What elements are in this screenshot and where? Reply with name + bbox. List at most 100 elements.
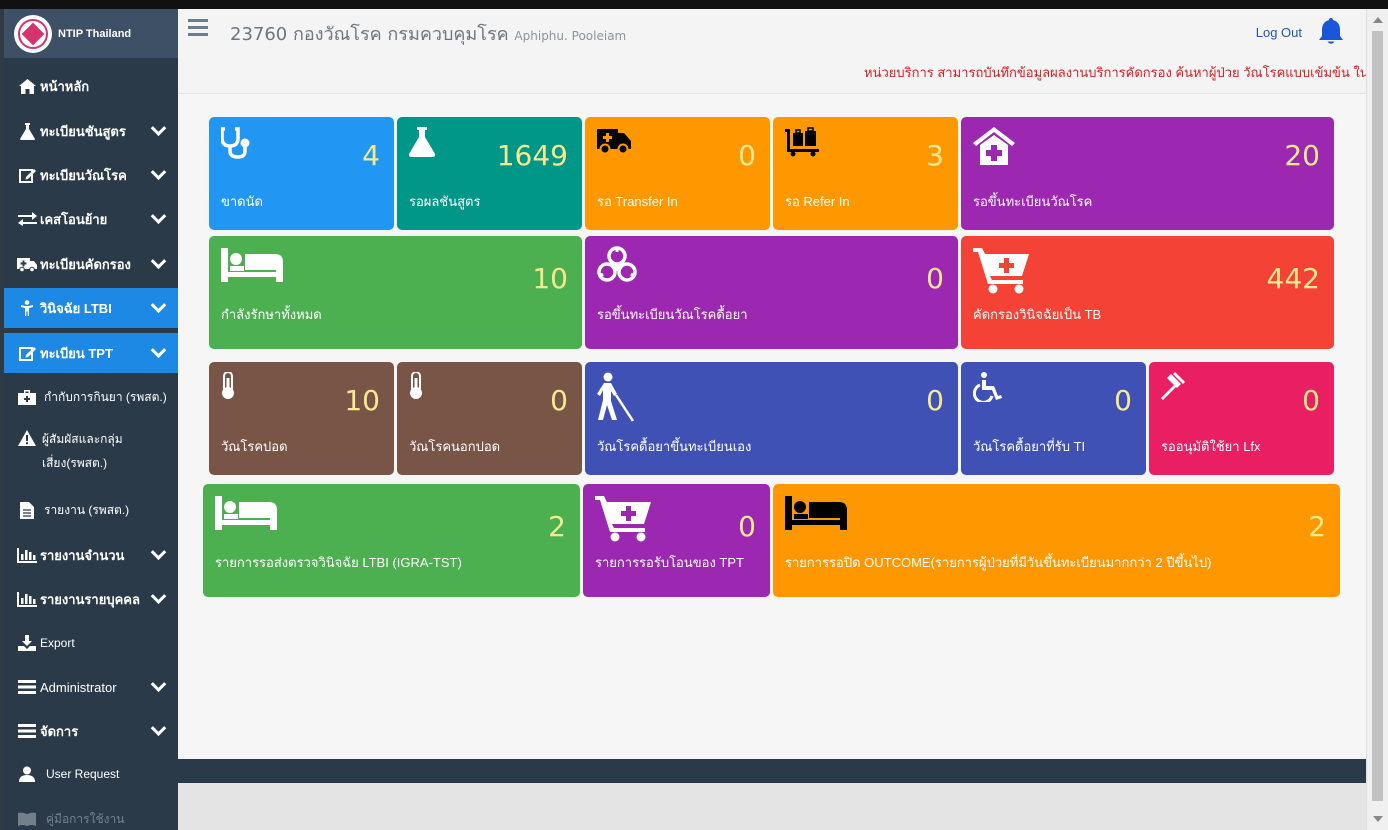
biohazard-icon <box>597 246 637 288</box>
top-header: 23760 กองวัณโรค กรมควบคุมโรค Aphiphu. Po… <box>178 9 1366 93</box>
tile-value: 3 <box>926 139 944 172</box>
tile-label: รออนุมัติใช้ยา Lfx <box>1161 439 1261 454</box>
tile-waiting-tb-register[interactable]: 20 รอขึ้นทะเบียนวัณโรค <box>961 117 1334 230</box>
chevron-down-icon <box>150 342 167 359</box>
bed-icon <box>215 494 277 534</box>
tile-value: 0 <box>1302 384 1320 417</box>
logout-link[interactable]: Log Out <box>1256 25 1302 40</box>
tile-value: 2 <box>548 510 566 543</box>
chevron-down-icon <box>150 588 167 605</box>
clinic-icon <box>973 127 1015 169</box>
sidebar-item-export[interactable]: Export <box>4 623 178 663</box>
sidebar-item-label: คู่มือการใช้งาน <box>46 811 125 826</box>
tile-extrapulmonary-tb[interactable]: 0 วัณโรคนอกปอด <box>397 362 582 475</box>
vertical-scrollbar[interactable] <box>1366 9 1388 830</box>
tile-tpt-transfer-pending[interactable]: 0 รายการรอรับโอนของ TPT <box>583 484 770 597</box>
sidebar-item-tpt-register[interactable]: ทะเบียน TPT <box>4 333 178 373</box>
thermometer-icon <box>409 371 423 404</box>
tile-screened-tb[interactable]: 442 คัดกรองวินิจฉัยเป็น TB <box>961 236 1334 349</box>
tile-label: รอขึ้นทะเบียนวัณโรคดื้อยา <box>597 307 748 322</box>
tile-refer-in[interactable]: 3 รอ Refer In <box>773 117 958 230</box>
tile-label: วัณโรคนอกปอด <box>409 439 501 454</box>
tile-waiting-lab[interactable]: 1649 รอผลชันสูตร <box>397 117 582 230</box>
bell-icon[interactable] <box>1318 17 1344 45</box>
brand-name: NTIP Thailand <box>58 27 132 40</box>
sidebar-item-manage[interactable]: จัดการ <box>4 709 178 753</box>
sidebar: NTIP Thailand หน้าหลัก ทะเบียนชันสูตร ทะ… <box>4 9 178 830</box>
tile-label: รายการรอรับโอนของ TPT <box>595 555 744 570</box>
sidebar-item-report-individual[interactable]: รายงานรายบุคคล <box>4 577 178 621</box>
tile-label: รอขึ้นทะเบียนวัณโรค <box>973 194 1093 209</box>
tile-waiting-mdr-register[interactable]: 0 รอขึ้นทะเบียนวัณโรคดื้อยา <box>585 236 958 349</box>
file-icon <box>16 501 38 519</box>
sidebar-item-tb-register[interactable]: ทะเบียนวัณโรค <box>4 153 178 197</box>
brand[interactable]: NTIP Thailand <box>4 9 178 58</box>
brand-logo <box>14 14 52 53</box>
bar-chart-icon <box>16 591 38 607</box>
sidebar-item-label: Administrator <box>40 679 117 695</box>
sidebar-item-transfer-cases[interactable]: เคสโอนย้าย <box>4 197 178 241</box>
sidebar-item-screening-register[interactable]: ทะเบียนคัดกรอง <box>4 241 178 287</box>
chevron-down-icon <box>150 120 167 137</box>
sidebar-item-report-count[interactable]: รายงานจำนวน <box>4 533 178 577</box>
tile-value: 0 <box>926 262 944 295</box>
edit-icon <box>16 167 38 183</box>
scroll-up-icon[interactable] <box>1373 17 1383 23</box>
tile-value: 0 <box>738 139 756 172</box>
sidebar-item-administrator[interactable]: Administrator <box>4 665 178 709</box>
chevron-down-icon <box>150 164 167 181</box>
scroll-down-icon[interactable] <box>1373 816 1383 822</box>
sidebar-item-label: รายงาน (รพสต.) <box>44 502 130 517</box>
sidebar-item-label: ทะเบียน TPT <box>40 345 113 361</box>
tile-missed-appointment[interactable]: 4 ขาดนัด <box>209 117 394 230</box>
page-title: 23760 กองวัณโรค กรมควบคุมโรค Aphiphu. Po… <box>230 19 626 48</box>
sidebar-item-manual[interactable]: คู่มือการใช้งาน <box>4 801 178 830</box>
user-icon <box>16 766 38 782</box>
download-icon <box>16 635 38 651</box>
footer-bar <box>178 759 1366 783</box>
tile-ltbi-pending[interactable]: 2 รายการรอส่งตรวจวินิจฉัย LTBI (IGRA-TST… <box>203 484 580 597</box>
sidebar-item-contacts[interactable]: ผู้สัมผัสและกลุ่มเสี่ยง(รพสต.) <box>4 427 178 479</box>
tile-label: รายการรอส่งตรวจวินิจฉัย LTBI (IGRA-TST) <box>215 555 462 570</box>
scrollbar-thumb[interactable] <box>1372 31 1383 801</box>
notice-marquee: หน่วยบริการ สามารถบันทึกข้อมูลผลงานบริกา… <box>864 65 1366 80</box>
ambulance-icon <box>16 257 38 272</box>
gavel-icon <box>1161 372 1191 404</box>
luggage-cart-icon <box>785 127 819 161</box>
chevron-down-icon <box>150 297 167 314</box>
tile-label: กำลังรักษาทั้งหมด <box>221 307 322 322</box>
sidebar-item-lab-register[interactable]: ทะเบียนชันสูตร <box>4 109 178 153</box>
flask-icon <box>408 127 436 161</box>
tile-transfer-in[interactable]: 0 รอ Transfer In <box>585 117 770 230</box>
wheelchair-icon <box>972 372 1003 406</box>
tile-label: รอ Refer In <box>785 194 850 209</box>
tile-mdr-self-register[interactable]: 0 วัณโรคดื้อยาขึ้นทะเบียนเอง <box>585 362 958 475</box>
tile-outcome-pending[interactable]: 2 รายการรอปิด OUTCOME(รายการผู้ป่วยที่มี… <box>773 484 1340 597</box>
tile-value: 442 <box>1266 262 1320 295</box>
sidebar-item-home[interactable]: หน้าหลัก <box>4 65 178 107</box>
sidebar-item-user-request[interactable]: User Request <box>4 755 178 793</box>
tile-label: วัณโรคดื้อยาที่รับ TI <box>973 439 1086 454</box>
tile-value: 10 <box>532 262 568 295</box>
menu-icon <box>16 680 38 694</box>
tile-value: 0 <box>550 384 568 417</box>
sidebar-item-dot-supervision[interactable]: กำกับการกินยา (รพสต.) <box>4 375 178 419</box>
tile-label: ขาดนัด <box>221 194 263 209</box>
bed-icon <box>785 494 847 534</box>
flask-icon <box>16 122 38 140</box>
sidebar-item-label: กำกับการกินยา (รพสต.) <box>44 389 167 404</box>
user-name: Aphiphu. Pooleiam <box>514 29 627 43</box>
tile-treating-all[interactable]: 10 กำลังรักษาทั้งหมด <box>209 236 582 349</box>
sidebar-item-label: เคสโอนย้าย <box>40 211 108 227</box>
sidebar-item-ltbi[interactable]: วินิจฉัย LTBI <box>4 288 178 328</box>
tile-mdr-transfer-in[interactable]: 0 วัณโรคดื้อยาที่รับ TI <box>961 362 1146 475</box>
sidebar-item-report-hospital[interactable]: รายงาน (รพสต.) <box>4 489 178 531</box>
tile-pulmonary-tb[interactable]: 10 วัณโรคปอด <box>209 362 394 475</box>
tile-value: 2 <box>1308 510 1326 543</box>
warning-icon <box>16 430 38 446</box>
tile-lfx-approval[interactable]: 0 รออนุมัติใช้ยา Lfx <box>1149 362 1334 475</box>
cart-plus-icon <box>973 246 1029 298</box>
transfer-icon <box>16 212 38 226</box>
hamburger-menu-icon[interactable] <box>188 19 208 36</box>
sidebar-item-label: ทะเบียนวัณโรค <box>40 167 127 183</box>
